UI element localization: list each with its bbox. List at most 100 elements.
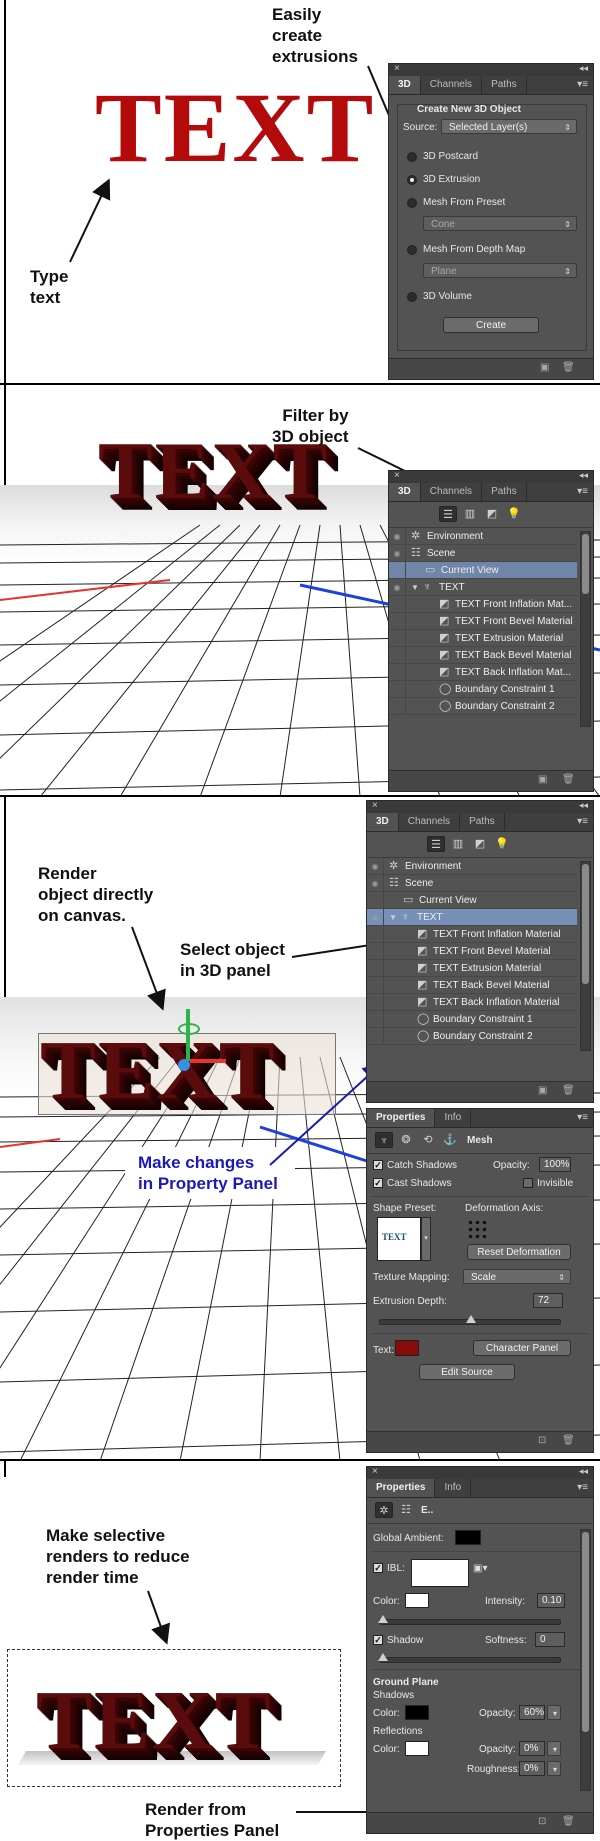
filter-whole-scene-icon[interactable]: ☰ [439,506,457,522]
intensity-slider[interactable] [378,1615,561,1625]
cap-mode-icon[interactable]: ⟲ [419,1132,437,1148]
render-icon[interactable]: ⊡ [538,1436,549,1446]
roughness-field[interactable]: 0% [519,1761,545,1776]
shadow-opacity-dropdown[interactable]: ▾ [547,1705,561,1720]
list-item[interactable]: ◩ TEXT Front Inflation Mat... [389,596,577,613]
catch-shadows-checkbox[interactable]: ✓ [373,1160,383,1170]
preset-dropdown-arrow[interactable]: ▾ [421,1217,431,1261]
scrollbar-thumb[interactable] [582,1532,589,1732]
roughness-dropdown[interactable]: ▾ [547,1761,561,1776]
preset-select[interactable]: Cone ⇕ [423,216,577,231]
trash-icon[interactable]: 🗑 [562,1436,575,1446]
tab-properties[interactable]: Properties [367,1109,436,1127]
filter-lights-icon[interactable]: 💡 [493,836,511,852]
character-panel-button[interactable]: Character Panel [473,1340,571,1356]
panel-menu-icon[interactable]: ▾≡ [577,816,588,827]
tab-channels[interactable]: Channels [421,76,483,94]
eye-icon[interactable] [389,630,406,647]
new-layer-icon[interactable]: ▣ [540,363,551,373]
gizmo-x-axis[interactable] [190,1059,226,1063]
scrollbar-thumb[interactable] [582,534,589,594]
panel-menu-icon[interactable]: ▾≡ [577,1112,588,1123]
trash-icon[interactable]: 🗑 [562,363,575,373]
shape-preset-thumbnail[interactable]: TEXT [377,1217,421,1261]
tab-properties[interactable]: Properties [367,1479,436,1497]
ibl-image-swatch[interactable] [411,1559,469,1587]
extrusion-depth-slider[interactable] [379,1315,561,1325]
list-item[interactable]: ▭ Current View [389,562,577,579]
list-item[interactable]: ◯ Boundary Constraint 2 [389,698,577,715]
list-item[interactable]: ◩ TEXT Front Bevel Material [389,613,577,630]
source-select[interactable]: Selected Layer(s) ⇕ [441,119,577,134]
shadow-checkbox[interactable]: ✓ [373,1635,383,1645]
eye-icon[interactable] [367,994,384,1011]
radio-mesh-from-depth-map[interactable] [407,245,417,255]
list-item[interactable]: ◩ TEXT Back Inflation Material [367,994,577,1011]
edit-source-button[interactable]: Edit Source [419,1364,515,1380]
list-item[interactable]: ◩ TEXT Back Bevel Material [389,647,577,664]
filter-materials-icon[interactable]: ◩ [471,836,489,852]
shadow-color-swatch[interactable] [405,1705,429,1720]
list-item[interactable]: ◉ ☷ Scene [389,545,577,562]
tab-3d[interactable]: 3D [389,483,421,501]
new-object-icon[interactable]: ▣ [538,775,549,785]
deform-mode-icon[interactable]: ❂ [397,1132,415,1148]
list-item[interactable]: ◉ ☷ Scene [367,875,577,892]
collapse-icon[interactable]: ◂◂ [579,63,588,74]
eye-icon[interactable]: ◉ [389,528,406,545]
trash-icon[interactable]: 🗑 [562,775,575,785]
close-icon[interactable]: × [394,63,400,74]
gizmo-y-ring[interactable] [178,1023,200,1035]
opacity-field[interactable]: 100% [539,1157,571,1172]
deformation-axis-grid[interactable] [467,1219,487,1239]
tab-paths[interactable]: Paths [482,76,527,94]
tab-paths[interactable]: Paths [460,813,505,831]
softness-field[interactable]: 0 [535,1632,565,1647]
eye-icon[interactable] [389,613,406,630]
mesh-mode-icon[interactable]: ♆ [375,1132,393,1148]
eye-icon[interactable] [389,647,406,664]
eye-icon[interactable] [367,1028,384,1045]
radio-3d-postcard[interactable] [407,152,417,162]
eye-icon[interactable] [367,977,384,994]
create-button[interactable]: Create [443,317,539,333]
list-item[interactable]: ◯ Boundary Constraint 1 [367,1011,577,1028]
texture-mapping-select[interactable]: Scale ⇕ [463,1269,571,1284]
tab-channels[interactable]: Channels [421,483,483,501]
filter-materials-icon[interactable]: ◩ [483,506,501,522]
coordinates-mode-icon[interactable]: ⚓ [441,1132,459,1148]
eye-icon[interactable] [389,596,406,613]
tab-info[interactable]: Info [435,1109,472,1127]
filter-meshes-icon[interactable]: ▥ [449,836,467,852]
reflection-opacity-dropdown[interactable]: ▾ [547,1741,561,1756]
depth-map-select[interactable]: Plane ⇕ [423,263,577,278]
gizmo-y-axis[interactable] [186,1009,190,1061]
list-item[interactable]: ◯ Boundary Constraint 1 [389,681,577,698]
eye-icon[interactable] [367,1011,384,1028]
radio-mesh-from-preset[interactable] [407,198,417,208]
text-color-swatch[interactable] [395,1340,419,1356]
eye-icon[interactable]: ◉ [367,909,384,926]
reflection-color-swatch[interactable] [405,1741,429,1756]
eye-icon[interactable] [389,562,406,579]
tab-3d[interactable]: 3D [367,813,399,831]
tab-channels[interactable]: Channels [399,813,461,831]
list-item[interactable]: ◩ TEXT Extrusion Material [389,630,577,647]
eye-icon[interactable] [389,664,406,681]
eye-icon[interactable] [367,960,384,977]
list-item[interactable]: ◉ ✲ Environment [389,528,577,545]
tab-paths[interactable]: Paths [482,483,527,501]
slider-knob[interactable] [378,1653,388,1661]
eye-icon[interactable] [367,943,384,960]
list-item[interactable]: ▭ Current View [367,892,577,909]
tab-info[interactable]: Info [435,1479,472,1497]
ibl-checkbox[interactable]: ✓ [373,1563,383,1573]
list-item[interactable]: ◉ ✲ Environment [367,858,577,875]
cast-shadows-checkbox[interactable]: ✓ [373,1178,383,1188]
render-icon[interactable]: ⊡ [538,1817,549,1827]
list-item[interactable]: ◩ TEXT Extrusion Material [367,960,577,977]
tab-3d[interactable]: 3D [389,76,421,94]
environment-mode-icon[interactable]: ✲ [375,1502,393,1518]
eye-icon[interactable] [389,681,406,698]
list-item[interactable]: ◩ TEXT Front Inflation Material [367,926,577,943]
